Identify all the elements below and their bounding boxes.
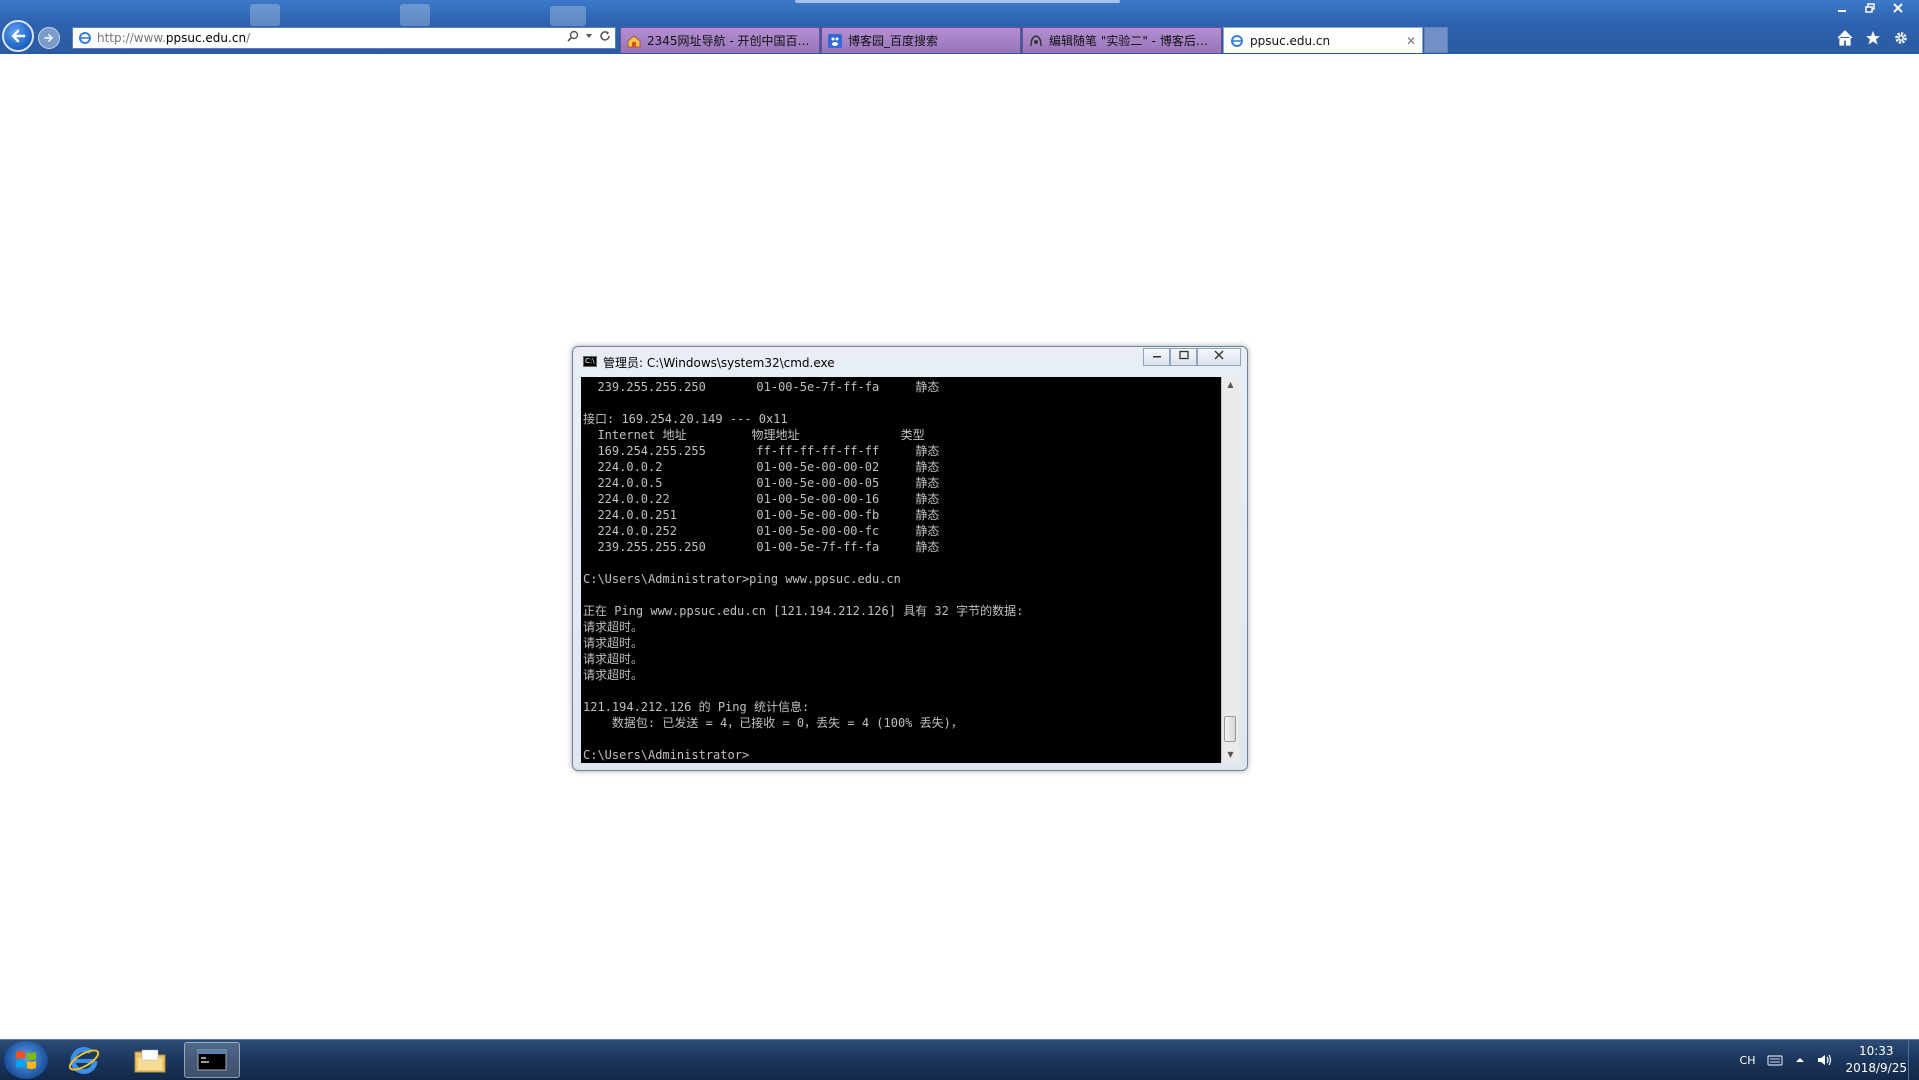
tab-label: 博客园_百度搜索 [848,34,939,48]
glass-reflection [795,0,1120,3]
console-line: 请求超时。 [583,620,644,634]
cmd-title: 管理员: C:\Windows\system32\cmd.exe [603,356,835,370]
clock[interactable]: 10:33 2018/9/25 [1845,1043,1907,1077]
chevron-down-icon[interactable] [585,32,593,40]
cmd-close-button[interactable] [1197,348,1241,366]
taskbar: CH 10:33 2018/9/25 [0,1039,1919,1080]
scroll-up-arrow-icon[interactable]: ▲ [1222,377,1239,393]
favorites-star-icon[interactable] [1865,30,1881,46]
back-arrow-icon [11,29,26,43]
tab-label: 2345网址导航 - 开创中国百年... [647,34,813,48]
back-button[interactable] [2,20,34,52]
taskbar-cmd-button[interactable] [184,1042,240,1078]
forward-arrow-icon [44,34,54,42]
ie-page-icon [1231,34,1243,47]
cmd-minimize-button[interactable] [1143,348,1170,366]
search-icon[interactable] [567,30,579,42]
url-domain: ppsuc.edu.cn [165,31,247,45]
close-tab-icon[interactable]: ✕ [1406,34,1416,48]
cmd-maximize-button[interactable] [1170,348,1197,366]
glass-reflection [250,4,280,26]
minimize-icon [1838,10,1846,12]
cmd-window: C:\ 管理员: C:\Windows\system32\cmd.exe 239… [572,346,1248,771]
minimize-icon [1152,356,1161,358]
console-scrollbar[interactable]: ▲ ▼ [1221,377,1239,763]
console-line: 数据包: 已发送 = 4，已接收 = 0，丢失 = 4 (100% 丢失)， [583,716,963,730]
browser-window-controls [1829,0,1911,18]
keyboard-icon[interactable] [1767,1053,1784,1067]
scrollbar-thumb[interactable] [1224,716,1236,742]
cmd-window-controls [1143,348,1241,366]
restore-button[interactable] [1857,0,1883,18]
new-tab-button[interactable] [1424,27,1448,53]
glass-reflection [550,6,586,26]
close-window-button[interactable] [1885,0,1911,18]
language-indicator[interactable]: CH [1740,1054,1756,1067]
console-line: 正在 Ping www.ppsuc.edu.cn [121.194.212.12… [583,604,1024,618]
ie-page-icon [77,30,93,46]
gear-icon[interactable] [1893,30,1909,46]
console-area[interactable]: 239.255.255.250 01-00-5e-7f-ff-fa 静态 接口:… [581,377,1239,763]
tab-2345[interactable]: 2345网址导航 - 开创中国百年... [620,27,820,53]
browser-frame: http://www.ppsuc.edu.cn/ 2345网址导航 - 开创中国… [0,0,1919,54]
show-desktop-button[interactable] [1908,1040,1919,1080]
cmd-icon [197,1049,227,1071]
console-line: 请求超时。 [583,636,644,650]
restore-icon [1865,3,1875,13]
folder-icon [134,1049,166,1073]
clock-time: 10:33 [1858,1044,1894,1058]
console-line: 224.0.0.22 01-00-5e-00-00-16 静态 [583,492,940,506]
console-line: 169.254.255.255 ff-ff-ff-ff-ff-ff 静态 [583,444,940,458]
taskbar-explorer-button[interactable] [122,1042,178,1078]
minimize-button[interactable] [1829,0,1855,18]
address-bar[interactable]: http://www.ppsuc.edu.cn/ [72,27,616,49]
tab-ppsuc[interactable]: ppsuc.edu.cn ✕ [1223,27,1423,53]
windows-logo-icon [16,1051,36,1069]
console-line: 224.0.0.5 01-00-5e-00-00-05 静态 [583,476,940,490]
console-line: 224.0.0.251 01-00-5e-00-00-fb 静态 [583,508,940,522]
chevron-up-icon[interactable] [1795,1055,1805,1065]
volume-icon[interactable] [1817,1053,1833,1067]
close-icon [1893,3,1903,13]
console-line: 请求超时。 [583,668,644,682]
clock-date: 2018/9/25 [1845,1061,1907,1075]
blog-icon [1030,34,1042,46]
console-output: 239.255.255.250 01-00-5e-7f-ff-fa 静态 接口:… [583,379,1213,763]
console-line: 接口: 169.254.20.149 --- 0x11 [583,412,788,426]
home-page-icon [627,34,641,47]
console-line: 224.0.0.252 01-00-5e-00-00-fc 静态 [583,524,940,538]
glass-reflection [400,4,430,26]
refresh-icon[interactable] [599,30,611,42]
console-line: 121.194.212.126 的 Ping 统计信息: [583,700,810,714]
console-line: 239.255.255.250 01-00-5e-7f-ff-fa 静态 [583,540,940,554]
url-prefix: http://www. [97,31,166,45]
browser-command-icons [1837,30,1909,46]
cmd-icon: C:\ [583,356,597,367]
taskbar-ie-button[interactable] [56,1042,112,1078]
tab-blog-editor[interactable]: 编辑随笔 "实验二" - 博客后台... [1022,27,1222,53]
ie-icon [68,1047,100,1074]
baidu-paw-icon [828,33,842,48]
tab-baidu-search[interactable]: 博客园_百度搜索 [821,27,1021,53]
close-icon [1214,350,1224,360]
tab-label: 编辑随笔 "实验二" - 博客后台... [1049,34,1215,48]
tab-strip: 2345网址导航 - 开创中国百年... 博客园_百度搜索 编辑随笔 "实验二"… [620,27,1448,53]
console-line: C:\Users\Administrator> [583,748,750,762]
url-suffix: / [246,31,251,45]
forward-button[interactable] [38,27,60,49]
tab-label: ppsuc.edu.cn [1250,33,1331,48]
address-tools [567,30,611,42]
cmd-titlebar[interactable]: C:\ 管理员: C:\Windows\system32\cmd.exe [573,347,1247,375]
console-line: 请求超时。 [583,652,644,666]
home-icon[interactable] [1837,30,1853,46]
url-text[interactable]: http://www.ppsuc.edu.cn/ [97,31,250,45]
scroll-down-arrow-icon[interactable]: ▼ [1222,747,1239,763]
console-line: Internet 地址 物理地址 类型 [583,428,925,442]
system-tray: CH 10:33 2018/9/25 [1740,1040,1907,1080]
console-line: C:\Users\Administrator>ping www.ppsuc.ed… [583,572,901,586]
console-line: 224.0.0.2 01-00-5e-00-00-02 静态 [583,460,940,474]
console-line: 239.255.255.250 01-00-5e-7f-ff-fa 静态 [583,380,940,394]
maximize-icon [1178,350,1189,360]
start-button[interactable] [4,1041,48,1079]
